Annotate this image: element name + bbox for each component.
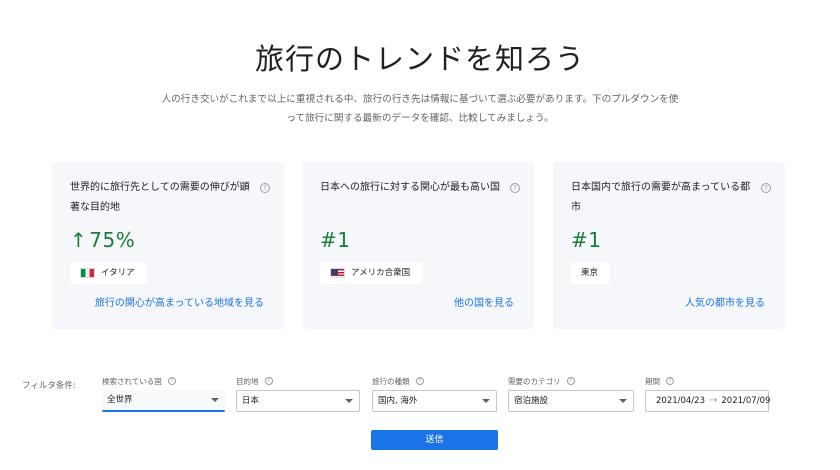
- card-value: #1: [320, 228, 351, 252]
- submit-button[interactable]: 送信: [371, 430, 498, 450]
- filter-demand-category: 需要のカテゴリ? 宿泊施設: [508, 376, 634, 412]
- end-date[interactable]: 2021/07/09: [721, 391, 770, 411]
- help-icon[interactable]: ?: [566, 377, 575, 385]
- page-title: 旅行のトレンドを知ろう: [254, 42, 585, 76]
- date-range-picker[interactable]: 2021/04/23 → 2021/07/09: [645, 390, 770, 412]
- see-other-countries-link[interactable]: 他の国を見る: [454, 294, 514, 309]
- chevron-down-icon: [619, 399, 627, 403]
- city-chip: 東京: [571, 262, 611, 284]
- chip-label: アメリカ合衆国: [351, 268, 411, 278]
- searched-country-select[interactable]: 全世界: [102, 390, 225, 412]
- help-icon[interactable]: ?: [510, 183, 520, 193]
- filter-period: 期間? 2021/04/23 → 2021/07/09: [645, 376, 770, 412]
- filter-destination: 目的地? 日本: [236, 376, 360, 412]
- chevron-down-icon: [211, 398, 219, 402]
- filter-searched-country: 検索されている国? 全世界: [102, 376, 225, 412]
- filter-title: フィルタ条件:: [22, 381, 76, 391]
- trend-card-growth: 世界的に旅行先としての需要の伸びが顕著な目的地 ? ↑ 75% イタリア 旅行の関…: [52, 162, 284, 329]
- help-icon[interactable]: ?: [260, 183, 270, 193]
- filter-label: 目的地: [236, 376, 259, 386]
- filter-trip-type: 旅行の種類? 国内, 海外: [372, 376, 497, 412]
- filter-label: 旅行の種類: [372, 376, 410, 386]
- card-question: 世界的に旅行先としての需要の伸びが顕著な目的地: [70, 182, 250, 213]
- country-chip: イタリア: [70, 262, 147, 284]
- trend-card-domestic: 日本国内で旅行の需要が高まっている都市 ? #1 東京 人気の都市を見る: [553, 162, 785, 329]
- help-icon[interactable]: ?: [761, 183, 771, 193]
- help-icon[interactable]: ?: [167, 377, 176, 385]
- intro-text: 人の行き交いがこれまで以上に重視される中、旅行の行き先は情報に基づいて選ぶ必要が…: [161, 94, 679, 124]
- trip-type-select[interactable]: 国内, 海外: [372, 390, 497, 412]
- help-icon[interactable]: ?: [264, 377, 273, 385]
- trend-card-interest: 日本への旅行に対する関心が最も高い国 ? #1 アメリカ合衆国 他の国を見る: [302, 162, 534, 329]
- demand-category-select[interactable]: 宿泊施設: [508, 390, 634, 412]
- card-question: 日本国内で旅行の需要が高まっている都市: [571, 182, 751, 213]
- chip-label: 東京: [581, 268, 599, 278]
- country-chip: アメリカ合衆国: [320, 262, 423, 284]
- chevron-down-icon: [482, 399, 490, 403]
- us-flag-icon: [330, 268, 345, 278]
- destination-select[interactable]: 日本: [236, 390, 360, 412]
- filter-label: 期間: [645, 376, 660, 386]
- help-icon[interactable]: ?: [415, 377, 424, 385]
- arrow-up-icon: ↑: [70, 228, 88, 252]
- see-rising-regions-link[interactable]: 旅行の関心が高まっている地域を見る: [95, 294, 264, 309]
- card-value: #1: [571, 228, 602, 252]
- start-date[interactable]: 2021/04/23: [656, 391, 705, 411]
- italy-flag-icon: [80, 268, 95, 278]
- see-popular-cities-link[interactable]: 人気の都市を見る: [685, 294, 765, 309]
- filter-label: 需要のカテゴリ: [508, 376, 561, 386]
- card-question: 日本への旅行に対する関心が最も高い国: [320, 182, 500, 193]
- filter-label: 検索されている国: [102, 376, 162, 386]
- chip-label: イタリア: [101, 268, 135, 278]
- card-value: ↑ 75%: [70, 228, 136, 252]
- chevron-down-icon: [345, 399, 353, 403]
- arrow-right-icon: →: [709, 395, 718, 406]
- help-icon[interactable]: ?: [666, 377, 674, 385]
